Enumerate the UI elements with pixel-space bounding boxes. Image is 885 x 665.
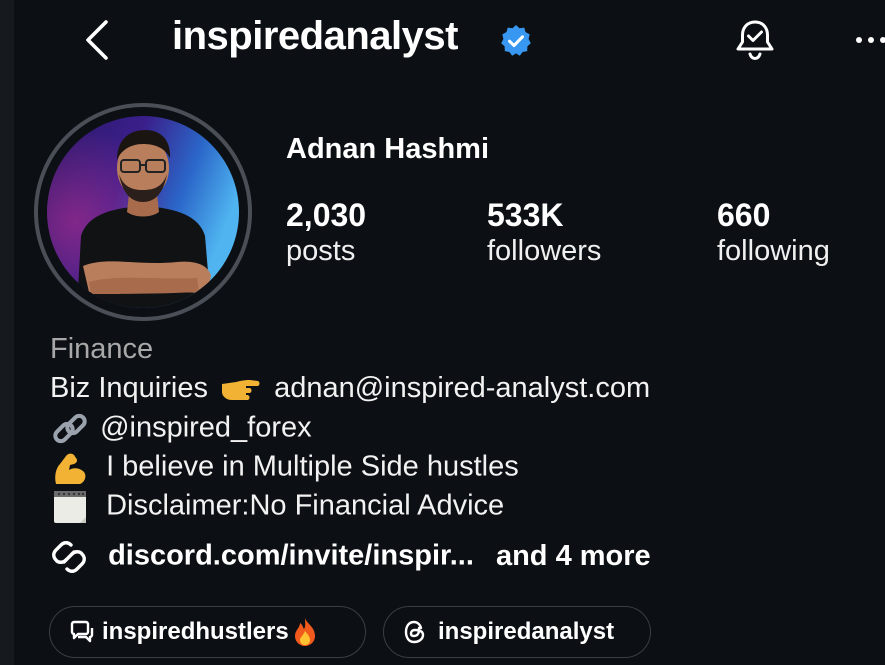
notepad-icon (54, 491, 86, 523)
threads-chat-icon (70, 620, 94, 643)
threads-icon (404, 620, 425, 644)
external-links[interactable]: discord.com/invite/inspir... and 4 more (50, 538, 651, 576)
bio-line-inquiries: Biz Inquiries adnan@inspired-analyst.com (50, 372, 650, 405)
stat-followers-value: 533K (487, 197, 564, 233)
stat-posts[interactable]: 2,030 posts (286, 197, 366, 269)
profile-photo-image (47, 116, 239, 308)
avatar[interactable] (47, 116, 239, 308)
threads-chat-pill[interactable]: inspiredhustlers (49, 606, 366, 658)
stat-following-label: following (717, 235, 830, 267)
profile-username: inspiredanalyst (172, 14, 458, 58)
threads-profile-pill[interactable]: inspiredanalyst (383, 606, 651, 658)
background-window-strip (0, 0, 14, 665)
stat-posts-label: posts (286, 235, 356, 267)
external-link-url[interactable]: discord.com/invite/inspir... (108, 540, 474, 572)
flexed-biceps-icon (55, 453, 86, 484)
fire-icon (294, 618, 315, 646)
stat-following[interactable]: 660 following (717, 197, 830, 269)
bio-inquiries-label: Biz Inquiries (50, 372, 208, 404)
chevron-left-icon (86, 20, 108, 60)
link-icon (52, 541, 86, 573)
more-options-button[interactable] (853, 30, 885, 50)
notifications-button[interactable] (732, 17, 778, 63)
bio-hustles-text: I believe in Multiple Side hustles (106, 450, 519, 483)
bio-line-disclaimer: Disclaimer:No Financial Advice (50, 489, 504, 525)
profile-full-name: Adnan Hashmi (286, 133, 490, 165)
bell-check-icon (736, 20, 774, 61)
stat-followers[interactable]: 533K followers (487, 197, 601, 269)
verified-badge-icon (501, 25, 531, 56)
threads-profile-label: inspiredanalyst (438, 618, 615, 645)
back-button[interactable] (78, 18, 118, 62)
external-links-more[interactable]: and 4 more (496, 540, 651, 572)
stat-followers-label: followers (487, 235, 602, 267)
stat-following-value: 660 (717, 197, 771, 233)
bio-forex-link[interactable]: @inspired_forex (100, 412, 312, 444)
bio-disclaimer-text: Disclaimer:No Financial Advice (106, 489, 505, 522)
profile-header: inspiredanalyst (0, 0, 885, 80)
bio-line-hustles: I believe in Multiple Side hustles (50, 450, 519, 486)
more-icon (856, 37, 885, 43)
bio-line-forex: @inspired_forex (50, 411, 312, 447)
pointing-hand-icon (222, 380, 260, 401)
threads-chat-label: inspiredhustlers (102, 618, 289, 645)
profile-category: Finance (50, 333, 154, 365)
stat-posts-value: 2,030 (286, 197, 367, 233)
bio-email-link[interactable]: adnan@inspired-analyst.com (274, 372, 650, 404)
link-chain-icon (53, 413, 87, 444)
